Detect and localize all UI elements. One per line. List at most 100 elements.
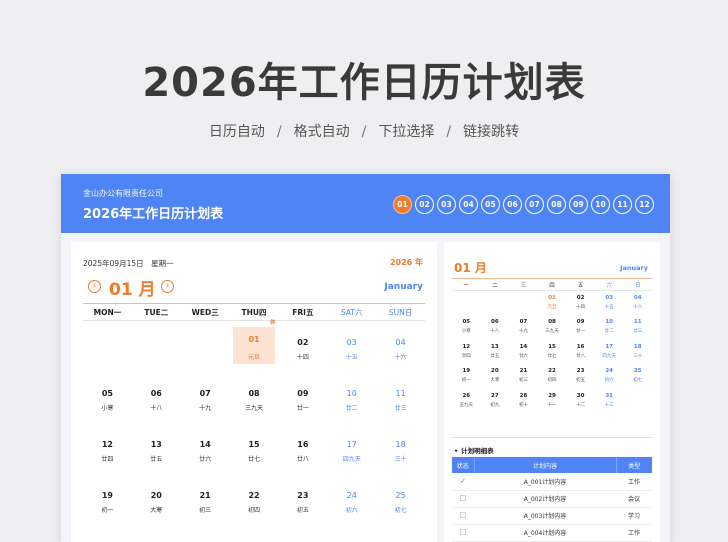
day-cell[interactable]: 18 三十 (376, 426, 425, 477)
mini-day-number: 17 (605, 343, 613, 350)
day-cell[interactable]: 休 01 元旦 (230, 320, 279, 375)
month-button-08[interactable]: 08 (547, 195, 566, 214)
mini-day-cell[interactable]: 27 初九 (481, 390, 510, 414)
mini-day-number: 03 (605, 295, 613, 301)
mini-day-cell[interactable]: 25 初七 (623, 365, 652, 389)
day-cell[interactable]: 02 十四 (278, 324, 327, 375)
next-month-icon[interactable]: › (161, 280, 174, 293)
mini-day-cell[interactable]: 28 初十 (509, 390, 538, 414)
month-button-06[interactable]: 06 (503, 195, 522, 214)
day-cell[interactable]: 20 大寒 (132, 477, 181, 528)
mini-day-cell[interactable]: 24 初六 (595, 365, 624, 389)
unchecked-checkbox[interactable]: ☐ (452, 490, 474, 508)
mini-day-number: 30 (576, 392, 585, 399)
month-button-02[interactable]: 02 (415, 195, 434, 214)
mini-day-cell[interactable]: 29 十一 (538, 390, 567, 414)
mini-lunar-date: 初五 (576, 378, 586, 384)
mini-day-cell[interactable]: 21 初三 (509, 365, 538, 389)
mini-day-cell[interactable]: 05 小寒 (452, 316, 481, 340)
mini-day-cell[interactable]: 04 十六 (623, 292, 652, 316)
mini-day-cell[interactable]: 09 廿一 (566, 316, 595, 340)
day-cell[interactable]: 12 廿四 (83, 426, 132, 477)
day-cell[interactable]: 21 初三 (181, 477, 230, 528)
prev-month-icon[interactable]: ‹ (88, 280, 101, 293)
lunar-date: 初三 (199, 507, 212, 514)
mini-day-cell[interactable]: 11 廿三 (623, 316, 652, 340)
mini-day-cell[interactable]: 19 初一 (452, 365, 481, 389)
mini-lunar-date: 初四 (547, 378, 557, 384)
mini-day-cell[interactable]: 07 十九 (509, 316, 538, 340)
mini-day-cell[interactable]: 14 廿六 (509, 341, 538, 365)
month-button-10[interactable]: 10 (591, 195, 610, 214)
unchecked-checkbox[interactable]: ☐ (452, 507, 474, 525)
month-button-05[interactable]: 05 (481, 195, 500, 214)
day-cell[interactable]: 16 廿八 (278, 426, 327, 477)
checked-checkbox[interactable]: ✓ (452, 473, 474, 491)
month-button-07[interactable]: 07 (525, 195, 544, 214)
lunar-date: 初六 (345, 507, 358, 514)
day-cell[interactable]: 22 初四 (230, 477, 279, 528)
mini-day-cell[interactable]: 26 五九天 (452, 390, 481, 414)
mini-day-number: 23 (576, 368, 585, 375)
mini-day-cell[interactable]: 08 三九天 (538, 316, 567, 340)
day-cell (181, 324, 230, 375)
day-cell[interactable]: 09 廿一 (278, 375, 327, 426)
mini-day-cell[interactable]: 22 初四 (538, 365, 567, 389)
weekday-header: MON一 TUE二 WED三 THU四 FRI五 SAT六 SUN日 (83, 307, 425, 318)
mini-day-number: 20 (491, 368, 499, 375)
mini-day-cell[interactable]: 23 初五 (566, 365, 595, 389)
day-cell[interactable]: 17 四九天 (327, 426, 376, 477)
mini-day-cell[interactable]: 01 元旦 (538, 292, 567, 316)
day-cell[interactable]: 04 十六 (376, 324, 425, 375)
day-number: 06 (150, 389, 162, 398)
day-cell[interactable]: 05 小寒 (83, 375, 132, 426)
mini-day-cell[interactable]: 30 十二 (566, 390, 595, 414)
plan-type[interactable]: 会议 (616, 490, 652, 508)
mini-day-cell[interactable]: 15 廿七 (538, 341, 567, 365)
unchecked-checkbox[interactable]: ☐ (452, 524, 474, 542)
mini-day-cell[interactable]: 10 廿二 (595, 316, 624, 340)
day-cell[interactable]: 14 廿六 (181, 426, 230, 477)
month-button-03[interactable]: 03 (437, 195, 456, 214)
plan-type[interactable]: 工作 (616, 473, 652, 491)
plan-type[interactable]: 学习 (616, 507, 652, 525)
day-number: 21 (199, 491, 211, 500)
mini-day-cell[interactable]: 20 大寒 (481, 365, 510, 389)
current-date: 2025年09月15日 星期一 (83, 259, 174, 268)
mini-week-row: 01 元旦 02 十四 03 十五 04 十六 (452, 292, 652, 316)
mini-day-cell[interactable]: 18 三十 (623, 341, 652, 365)
day-cell[interactable]: 23 初五 (278, 477, 327, 528)
mini-day-cell[interactable]: 03 十五 (595, 292, 624, 316)
mini-day-cell[interactable]: 16 廿八 (566, 341, 595, 365)
day-cell[interactable]: 15 廿七 (230, 426, 279, 477)
month-button-11[interactable]: 11 (613, 195, 632, 214)
plan-title: 计划明细表 (454, 445, 494, 455)
day-cell[interactable]: 25 初七 (376, 477, 425, 528)
day-cell[interactable]: 10 廿二 (327, 375, 376, 426)
month-button-04[interactable]: 04 (459, 195, 478, 214)
plan-type[interactable]: 工作 (616, 524, 652, 542)
day-cell[interactable]: 08 三九天 (230, 375, 279, 426)
day-cell[interactable]: 06 十八 (132, 375, 181, 426)
mini-day-cell[interactable]: 02 十四 (566, 292, 595, 316)
plan-row: ☐ A_003计划内容 学习 (452, 507, 652, 525)
day-number: 18 (395, 440, 406, 449)
mini-day-cell[interactable]: 06 十八 (481, 316, 510, 340)
mini-lunar-date: 廿三 (633, 329, 643, 335)
day-cell[interactable]: 13 廿五 (132, 426, 181, 477)
day-cell[interactable]: 07 十九 (181, 375, 230, 426)
day-cell[interactable]: 24 初六 (327, 477, 376, 528)
month-button-01[interactable]: 01 (393, 195, 412, 214)
month-button-09[interactable]: 09 (569, 195, 588, 214)
day-cell[interactable]: 19 初一 (83, 477, 132, 528)
mini-day-cell[interactable]: 12 廿四 (452, 341, 481, 365)
month-button-12[interactable]: 12 (635, 195, 654, 214)
mini-day-cell[interactable]: 31 十三 (595, 390, 624, 414)
plan-row: ☐ A_004计划内容 工作 (452, 524, 652, 542)
day-cell[interactable]: 03 十五 (327, 324, 376, 375)
day-number: 11 (395, 389, 406, 398)
mini-day-cell[interactable]: 17 四九天 (595, 341, 624, 365)
day-cell[interactable]: 11 廿三 (376, 375, 425, 426)
mini-day-cell[interactable]: 13 廿五 (481, 341, 510, 365)
day-number: 12 (101, 440, 113, 449)
